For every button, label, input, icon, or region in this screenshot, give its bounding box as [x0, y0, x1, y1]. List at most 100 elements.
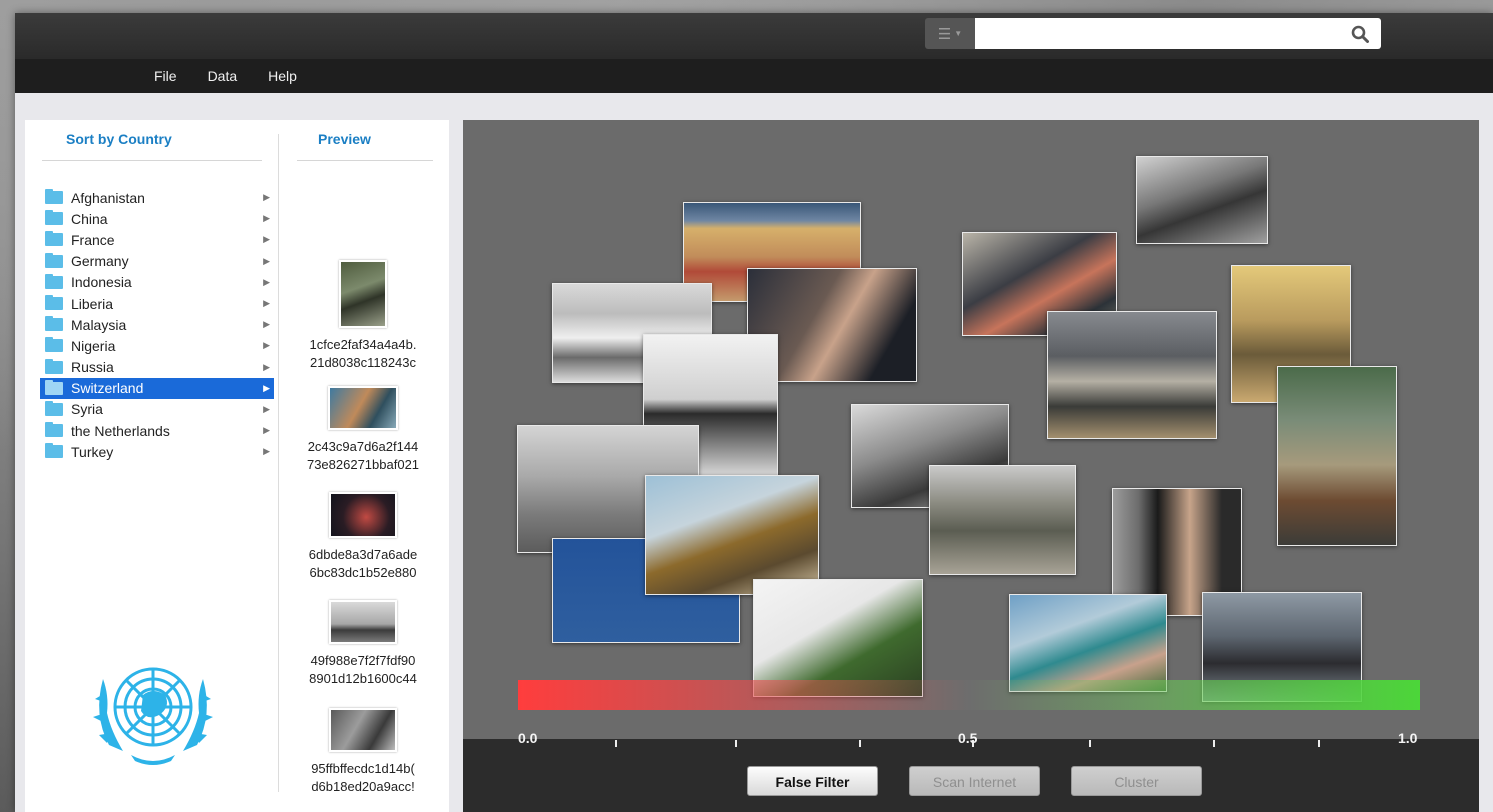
country-list: Afghanistan ▶ China ▶ France ▶ Germany ▶… [40, 187, 274, 462]
preview-thumbnail [339, 260, 387, 328]
chevron-right-icon: ▶ [263, 192, 270, 203]
app-window: ☰ ▼ File Data Help Sort by Country Previ… [15, 13, 1493, 812]
image-cluster-canvas[interactable]: 0.0 0.5 1.0 False Filter Scan Internet C… [463, 120, 1479, 812]
scale-tick [1318, 740, 1320, 747]
photo-thumbnail[interactable] [929, 465, 1076, 575]
column-divider [278, 134, 279, 792]
folder-icon [45, 210, 63, 226]
folder-icon [45, 316, 63, 332]
country-item-indonesia[interactable]: Indonesia ▶ [40, 272, 274, 293]
preview-caption: 49f988e7f2f7fdf90 8901d12b1600c44 [309, 653, 417, 686]
menu-help[interactable]: Help [268, 68, 297, 84]
chevron-right-icon: ▶ [263, 276, 270, 287]
chevron-right-icon: ▶ [263, 446, 270, 457]
folder-icon [45, 443, 63, 459]
country-label: Switzerland [71, 380, 144, 397]
preview-item[interactable]: 1cfce2faf34a4a4b. 21d8038c118243c [288, 260, 438, 372]
country-item-the-netherlands[interactable]: the Netherlands ▶ [40, 420, 274, 441]
chevron-right-icon: ▶ [263, 340, 270, 351]
folder-icon [45, 358, 63, 374]
folder-icon [45, 295, 63, 311]
photo-thumbnail[interactable] [1047, 311, 1217, 439]
country-label: the Netherlands [71, 422, 170, 439]
folder-icon [45, 252, 63, 268]
country-item-switzerland[interactable]: Switzerland ▶ [40, 377, 274, 399]
scale-tick [735, 740, 737, 747]
preview-caption: 95ffbffecdc1d14b( d6b18ed20a9acc! [311, 761, 415, 794]
country-label: Germany [71, 253, 129, 270]
folder-icon [45, 189, 63, 205]
preview-caption: 1cfce2faf34a4a4b. 21d8038c118243c [309, 337, 417, 370]
preview-thumbnail [329, 708, 397, 752]
chevron-right-icon: ▶ [263, 234, 270, 245]
score-gradient-bar[interactable] [518, 680, 1420, 710]
preview-thumbnail [329, 492, 397, 538]
country-item-liberia[interactable]: Liberia ▶ [40, 293, 274, 314]
country-label: China [71, 210, 108, 227]
country-item-germany[interactable]: Germany ▶ [40, 251, 274, 272]
preview-item[interactable]: 6dbde8a3d7a6ade 6bc83dc1b52e880 [288, 492, 438, 582]
country-label: Turkey [71, 443, 114, 460]
chevron-right-icon: ▶ [263, 319, 270, 330]
country-item-russia[interactable]: Russia ▶ [40, 357, 274, 378]
country-item-france[interactable]: France ▶ [40, 229, 274, 250]
browser-panel: Sort by Country Preview Afghanistan ▶ Ch… [25, 120, 449, 812]
country-item-china[interactable]: China ▶ [40, 208, 274, 229]
country-label: Syria [71, 401, 103, 418]
menu-file[interactable]: File [154, 68, 177, 84]
folder-icon [45, 273, 63, 289]
false-filter-button[interactable]: False Filter [747, 766, 878, 796]
preview-item[interactable]: 95ffbffecdc1d14b( d6b18ed20a9acc! [288, 708, 438, 796]
chevron-right-icon: ▶ [263, 382, 270, 393]
chevron-right-icon: ▶ [263, 361, 270, 372]
folder-icon [45, 379, 63, 395]
country-label: Liberia [71, 295, 114, 312]
cluster-button[interactable]: Cluster [1071, 766, 1202, 796]
search-options-button[interactable]: ☰ ▼ [925, 18, 975, 49]
menu-bar: File Data Help [15, 59, 1493, 93]
country-item-malaysia[interactable]: Malaysia ▶ [40, 314, 274, 335]
chevron-right-icon: ▶ [263, 298, 270, 309]
photo-thumbnail[interactable] [1009, 594, 1167, 692]
scale-label-max: 1.0 [1398, 730, 1418, 746]
folder-icon [45, 400, 63, 416]
photo-thumbnail[interactable] [1277, 366, 1397, 546]
folder-icon [45, 337, 63, 353]
country-item-nigeria[interactable]: Nigeria ▶ [40, 335, 274, 356]
country-label: Malaysia [71, 316, 127, 333]
photo-thumbnail[interactable] [1136, 156, 1268, 244]
country-item-turkey[interactable]: Turkey ▶ [40, 441, 274, 462]
sort-by-country-header[interactable]: Sort by Country [66, 131, 172, 147]
preview-item[interactable]: 49f988e7f2f7fdf90 8901d12b1600c44 [288, 600, 438, 688]
country-item-afghanistan[interactable]: Afghanistan ▶ [40, 187, 274, 208]
preview-caption: 2c43c9a7d6a2f144 73e826271bbaf021 [306, 439, 420, 472]
country-label: Afghanistan [71, 189, 145, 206]
chevron-right-icon: ▶ [263, 425, 270, 436]
menu-data[interactable]: Data [208, 68, 238, 84]
country-label: France [71, 231, 115, 248]
chevron-right-icon: ▶ [263, 403, 270, 414]
preview-item[interactable]: 2c43c9a7d6a2f144 73e826271bbaf021 [288, 386, 438, 474]
scan-internet-button[interactable]: Scan Internet [909, 766, 1040, 796]
folder-icon [45, 231, 63, 247]
preview-thumbnail [329, 600, 397, 644]
country-label: Russia [71, 359, 114, 376]
scale-tick [859, 740, 861, 747]
search-input[interactable] [975, 18, 1381, 49]
chevron-right-icon: ▶ [263, 213, 270, 224]
un-emblem-icon [93, 667, 213, 765]
folder-icon [45, 422, 63, 438]
country-item-syria[interactable]: Syria ▶ [40, 399, 274, 420]
scale-label-min: 0.0 [518, 730, 538, 746]
header-rule [42, 160, 262, 161]
scale-label-mid: 0.5 [958, 730, 978, 746]
photo-thumbnail[interactable] [645, 475, 819, 595]
header-rule [297, 160, 433, 161]
country-label: Indonesia [71, 274, 132, 291]
preview-caption: 6dbde8a3d7a6ade 6bc83dc1b52e880 [308, 547, 418, 580]
scale-tick [1089, 740, 1091, 747]
search-bar: ☰ ▼ [925, 18, 1381, 49]
scale-tick [1213, 740, 1215, 747]
search-icon[interactable] [1351, 25, 1369, 43]
country-label: Nigeria [71, 337, 116, 354]
